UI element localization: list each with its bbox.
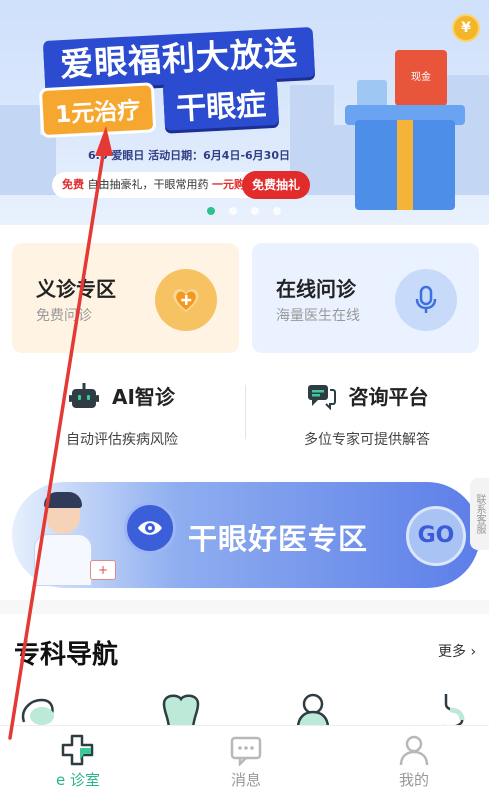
chat-bubbles-icon — [307, 384, 336, 410]
carousel-dot[interactable] — [229, 207, 238, 215]
clinic-cross-icon — [61, 734, 94, 766]
robot-icon — [69, 382, 100, 408]
heart-plus-icon — [155, 269, 217, 331]
card-subtitle: 免费问诊 — [36, 308, 92, 324]
carousel-dot[interactable] — [251, 207, 260, 215]
person-icon — [399, 735, 429, 766]
gift-ribbon — [397, 120, 413, 210]
banner-dates: 6.6 爱眼日 活动日期：6月4日-6月30日 — [88, 149, 290, 162]
bottom-tab-bar: e 诊室 消息 我的 — [0, 725, 489, 790]
specialty-item[interactable] — [156, 692, 206, 728]
tab-label: 消息 — [230, 771, 261, 789]
doctor-illustration: + — [28, 490, 116, 586]
carousel-indicator[interactable] — [207, 200, 290, 219]
go-button[interactable]: GO — [406, 506, 466, 566]
promo-free: 免费 — [62, 178, 84, 191]
tooth-icon — [162, 694, 200, 728]
section-gap — [0, 600, 489, 614]
section-title: 专科导航 — [14, 640, 119, 670]
promo-text: 自由抽豪礼，干眼常用药 — [87, 178, 209, 191]
doctor-coat — [34, 534, 92, 586]
tab-label: 我的 — [398, 771, 429, 789]
pill-icon — [21, 698, 54, 725]
ai-diagnosis-entry[interactable]: AI智诊 自动评估疾病风险 — [0, 375, 244, 455]
baby-icon — [296, 693, 330, 728]
card-subtitle: 海量医生在线 — [276, 308, 360, 324]
doctor-hair — [44, 492, 82, 508]
carousel-dot[interactable] — [207, 207, 215, 215]
specialty-item[interactable] — [18, 692, 68, 728]
event-banner[interactable]: 爱眼福利大放送 1元治疗 干眼症 6.6 爱眼日 活动日期：6月4日-6月30日… — [0, 0, 489, 225]
consult-platform-entry[interactable]: 咨询平台 多位专家可提供解答 — [245, 375, 489, 455]
customer-service-tab[interactable]: 联系客服 — [470, 478, 489, 550]
coin-icon: ¥ — [452, 14, 480, 42]
tab-profile[interactable]: 我的 — [364, 734, 464, 790]
cash-box: 现金 — [395, 50, 447, 106]
message-icon — [230, 736, 262, 766]
microphone-icon — [395, 269, 457, 331]
eye-icon — [124, 502, 176, 554]
carousel-dot[interactable] — [273, 207, 282, 215]
promo-price: 一元购 — [212, 178, 245, 191]
banner-subtitle-pill: 1元治疗 — [38, 82, 157, 139]
card-title: 在线问诊 — [276, 277, 356, 301]
online-consult-card[interactable]: 在线问诊 海量医生在线 — [252, 243, 479, 353]
banner-subtitle-main: 干眼症 — [162, 76, 280, 131]
card-title: 义诊专区 — [36, 277, 116, 301]
specialty-item[interactable] — [288, 692, 338, 728]
feature-title: 咨询平台 — [348, 385, 429, 409]
banner-promo: 免费 自由抽豪礼，干眼常用药 一元购 免费抽礼 — [52, 171, 310, 199]
tab-messages[interactable]: 消息 — [196, 734, 296, 790]
tab-clinic[interactable]: e 诊室 — [28, 734, 128, 790]
gift-box-illustration: 现金 — [345, 50, 465, 210]
free-draw-button[interactable]: 免费抽礼 — [241, 171, 310, 199]
more-link[interactable]: 更多 › — [438, 641, 476, 661]
feature-subtitle: 自动评估疾病风险 — [66, 432, 178, 448]
tab-label: e 诊室 — [56, 771, 100, 789]
promo-title: 干眼好医专区 — [188, 522, 369, 556]
feature-title: AI智诊 — [112, 385, 175, 409]
medical-case-icon: + — [90, 560, 116, 580]
stomach-icon — [443, 694, 465, 728]
specialty-item[interactable] — [428, 692, 478, 728]
free-consult-card[interactable]: 义诊专区 免费问诊 — [12, 243, 239, 353]
feature-subtitle: 多位专家可提供解答 — [304, 432, 430, 448]
